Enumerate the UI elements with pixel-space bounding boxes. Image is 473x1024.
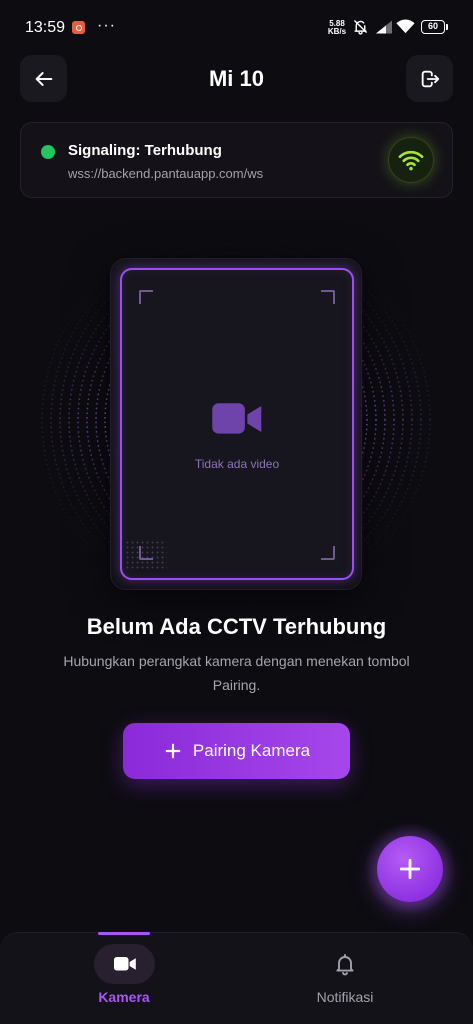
- signaling-url: wss://backend.pantauapp.com/ws: [68, 166, 264, 181]
- back-button[interactable]: [20, 55, 67, 102]
- corner-bracket-top-right: [321, 290, 335, 304]
- dot-grid-decoration: [125, 540, 167, 570]
- network-speed: 5.88 KB/s: [326, 20, 348, 36]
- nav-item-notifikasi[interactable]: Notifikasi: [285, 933, 405, 1013]
- page-title: Mi 10: [208, 66, 265, 91]
- video-camera-icon: [212, 403, 262, 434]
- wifi-icon: [398, 150, 424, 171]
- app-notification-icon: [72, 21, 85, 34]
- plus-icon: [165, 743, 181, 759]
- connection-status-dot: [41, 145, 55, 159]
- pairing-camera-button[interactable]: Pairing Kamera: [123, 723, 350, 779]
- logout-icon: [421, 70, 439, 87]
- logout-button[interactable]: [406, 55, 453, 102]
- empty-state-description: Hubungkan perangkat kamera dengan meneka…: [63, 653, 410, 693]
- battery-icon: 60: [421, 20, 445, 34]
- mute-icon: [354, 20, 367, 35]
- bell-icon: [336, 954, 354, 976]
- wifi-icon: [396, 19, 415, 34]
- video-camera-icon: [113, 957, 136, 971]
- signaling-status-card: Signaling: Terhubung wss://backend.panta…: [20, 122, 453, 198]
- empty-state-title: Belum Ada CCTV Terhubung: [86, 614, 387, 639]
- status-time: 13:59: [25, 19, 66, 36]
- more-notifications-indicator: ···: [97, 17, 116, 34]
- signaling-status-text: Signaling: Terhubung: [68, 142, 222, 159]
- network-speed-unit: KB/s: [327, 27, 347, 36]
- corner-bracket-bottom-right: [321, 546, 335, 560]
- corner-bracket-top-left: [139, 290, 153, 304]
- pairing-button-label: Pairing Kamera: [192, 741, 311, 760]
- signal-status-badge: [388, 137, 434, 183]
- signal-icon: [376, 20, 392, 34]
- nav-label-kamera: Kamera: [98, 989, 150, 1005]
- battery-nub: [446, 24, 448, 30]
- nav-icon-pill: [94, 944, 155, 984]
- nav-label-notifikasi: Notifikasi: [316, 989, 374, 1005]
- video-preview[interactable]: Tidak ada video: [120, 268, 354, 580]
- nav-item-kamera[interactable]: Kamera: [64, 933, 184, 1013]
- add-camera-fab[interactable]: [377, 836, 443, 902]
- back-arrow-icon: [35, 71, 52, 86]
- status-bar: 13:59 ··· 5.88 KB/s 60: [0, 0, 473, 50]
- bottom-navigation: Kamera Notifikasi: [0, 932, 473, 1024]
- plus-icon: [399, 858, 421, 880]
- no-video-text: Tidak ada video: [194, 457, 280, 471]
